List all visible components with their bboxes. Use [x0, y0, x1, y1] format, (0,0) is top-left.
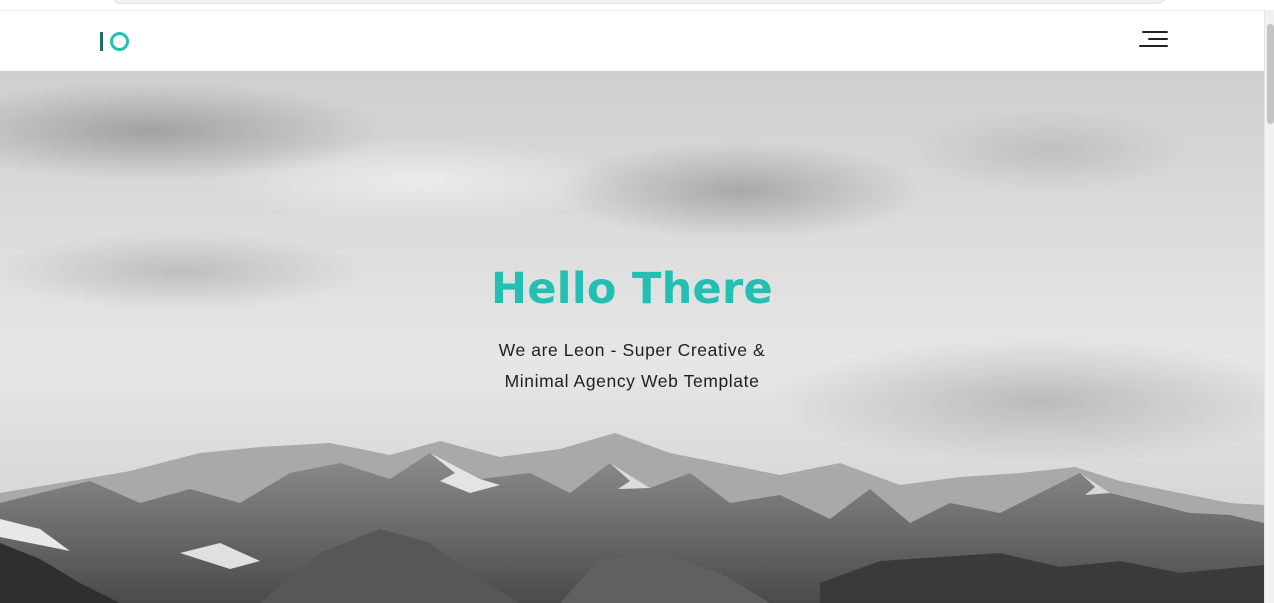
- hero-subtitle-line-2: Minimal Agency Web Template: [504, 371, 760, 391]
- logo-ring-mark: [110, 31, 129, 51]
- hero-subtitle: We are Leon - Super Creative & Minimal A…: [0, 335, 1264, 397]
- scrollbar-thumb[interactable]: [1267, 24, 1274, 124]
- page-scrollbar[interactable]: [1264, 10, 1274, 603]
- hero-subtitle-line-1: We are Leon - Super Creative &: [498, 340, 766, 360]
- menu-line-icon: [1142, 31, 1168, 33]
- hero-section: Hello There We are Leon - Super Creative…: [0, 71, 1264, 603]
- hero-content: Hello There We are Leon - Super Creative…: [0, 261, 1264, 397]
- browser-top-strip: [0, 0, 1274, 10]
- hero-title: Hello There: [491, 264, 773, 314]
- mountains-background-image: [0, 433, 1264, 603]
- address-bar-edge: [112, 0, 1166, 4]
- hamburger-menu-button[interactable]: [1136, 29, 1168, 51]
- logo[interactable]: [100, 30, 129, 52]
- logo-bar-mark: [100, 31, 103, 51]
- site-header: [0, 10, 1264, 71]
- menu-line-icon: [1139, 45, 1168, 47]
- menu-line-icon: [1148, 38, 1168, 40]
